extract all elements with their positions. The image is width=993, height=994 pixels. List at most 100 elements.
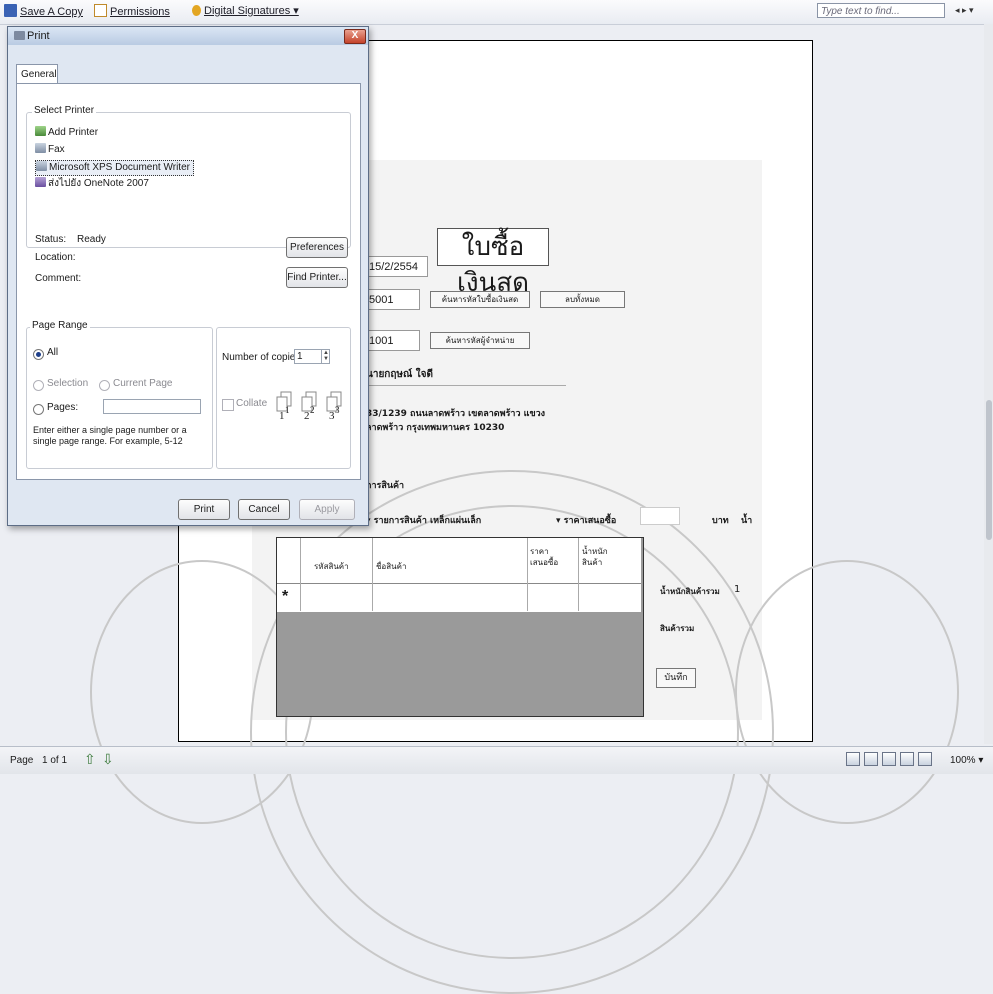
print-dialog: Print X General Select Printer Add Print…	[7, 26, 369, 526]
grid-col-line	[578, 538, 579, 611]
view-single-page-icon[interactable]	[864, 752, 878, 766]
printer-item-label: Add Printer	[48, 127, 99, 138]
cancel-button[interactable]: Cancel	[238, 499, 290, 520]
save-copy-button[interactable]: Save A Copy	[4, 4, 83, 18]
product-list-dropdown[interactable]: ▾ รายการสินค้า เหล็กแผ่นเล็ก	[366, 513, 481, 527]
preferences-button[interactable]: Preferences	[286, 237, 348, 258]
permissions-button[interactable]: Permissions	[94, 4, 170, 18]
pages-hint: Enter either a single page number or a s…	[33, 425, 187, 446]
vertical-scrollbar[interactable]	[984, 24, 993, 744]
find-printer-button[interactable]: Find Printer...	[286, 267, 348, 288]
printer-item-label: Fax	[48, 144, 65, 155]
printer-item-add[interactable]: Add Printer	[35, 126, 98, 140]
dialog-titlebar[interactable]	[8, 27, 368, 45]
clear-all-button[interactable]: ลบทั้งหมด	[540, 291, 625, 308]
printer-item-label: Microsoft XPS Document Writer	[49, 162, 190, 173]
permissions-icon	[94, 4, 107, 17]
select-printer-label: Select Printer	[32, 105, 97, 116]
save-record-button[interactable]: บันทึก	[656, 668, 696, 688]
comment-label: Comment:	[35, 273, 82, 284]
offer-price-dropdown[interactable]: ▾ ราคาเสนอซื้อ	[556, 513, 616, 527]
apply-button[interactable]: Apply	[299, 499, 355, 520]
save-copy-label: Save A Copy	[20, 6, 83, 18]
grid-header-product-code: รหัสสินค้า	[314, 562, 349, 571]
print-button[interactable]: Print	[178, 499, 230, 520]
grid-new-row-marker: *	[282, 588, 289, 605]
scrollbar-thumb[interactable]	[986, 400, 992, 540]
search-supplier-button[interactable]: ค้นหารหัสผู้จำหน่าย	[430, 332, 530, 349]
printer-item-fax[interactable]: Fax	[35, 143, 65, 157]
permissions-label: Permissions	[110, 6, 170, 18]
digital-signatures-label: Digital Signatures ▾	[204, 5, 299, 17]
signature-ribbon-icon	[192, 5, 201, 16]
svg-text:2: 2	[310, 405, 315, 415]
document-title: ใบซื้อเงินสด	[437, 228, 549, 298]
supplier-name: นายกฤษณ์ ใจดี	[366, 369, 434, 380]
printer-item-xps[interactable]: Microsoft XPS Document Writer	[35, 160, 194, 176]
collate-label: Collate	[236, 398, 268, 409]
location-label: Location:	[35, 252, 76, 263]
name-divider	[366, 385, 566, 386]
radio-current-page-label: Current Page	[113, 378, 173, 389]
grid-col-line	[527, 538, 528, 611]
grid-header-weight: น้ำหนัก สินค้า	[582, 547, 608, 567]
date-field[interactable]: 15/2/2554	[366, 256, 428, 277]
next-page-arrow-icon[interactable]: ⇩	[102, 751, 114, 768]
find-text-input[interactable]: Type text to find...	[817, 3, 945, 18]
offer-price-field[interactable]	[640, 507, 680, 525]
status-value: Ready	[77, 234, 106, 245]
total-goods-label: สินค้ารวม	[660, 624, 695, 633]
view-thumbnails-icon[interactable]	[846, 752, 860, 766]
copies-spinner-icon[interactable]: ▲ ▼	[321, 350, 330, 363]
svg-text:1: 1	[285, 405, 290, 415]
view-full-page-icon[interactable]	[918, 752, 932, 766]
status-bar: Page 1 of 1 ⇧ ⇩ 100% ▾	[0, 746, 993, 774]
radio-pages[interactable]	[33, 404, 44, 415]
radio-current-page[interactable]	[99, 380, 110, 391]
page-range-label: Page Range	[30, 320, 90, 331]
grid-new-row[interactable]	[277, 583, 641, 612]
grid-col-line	[300, 538, 301, 611]
page-number-field[interactable]: 1 of 1	[42, 755, 67, 766]
dialog-body: Select Printer Add Printer Fax Microsoft…	[16, 83, 361, 480]
dialog-title-text: Print	[27, 30, 50, 42]
receipt-number-field[interactable]: 5001	[366, 289, 420, 310]
baht-label: บาท	[712, 516, 729, 526]
close-button[interactable]: X	[344, 29, 366, 44]
top-toolbar: Save A Copy Permissions Digital Signatur…	[0, 0, 993, 25]
watermark-seal-right	[735, 560, 959, 824]
radio-all[interactable]	[33, 349, 44, 360]
total-weight-label: น้ำหนักสินค้ารวม	[660, 587, 720, 596]
printer-icon	[14, 31, 25, 40]
zoom-dropdown[interactable]: 100% ▾	[950, 755, 983, 766]
supplier-code-field[interactable]: 1001	[366, 330, 420, 351]
view-fit-width-icon[interactable]	[900, 752, 914, 766]
find-navigation-arrows[interactable]: ◂ ▸ ▾	[955, 5, 974, 16]
fax-icon	[35, 143, 46, 153]
printer-item-onenote[interactable]: ส่งไปยัง OneNote 2007	[35, 177, 149, 191]
search-receipt-button[interactable]: ค้นหารหัสใบซื้อเงินสด	[430, 291, 530, 308]
radio-selection-label: Selection	[47, 378, 89, 389]
view-two-page-icon[interactable]	[882, 752, 896, 766]
grid-col-line	[372, 538, 373, 611]
digital-signatures-button[interactable]: Digital Signatures ▾	[192, 4, 299, 17]
radio-pages-label: Pages:	[47, 402, 79, 413]
section-label: การสินค้า	[366, 481, 405, 491]
onenote-printer-icon	[35, 177, 46, 187]
pages-input[interactable]	[103, 399, 201, 414]
tab-general[interactable]: General	[16, 64, 58, 84]
status-label: Status:	[35, 234, 67, 245]
copies-label: Number of copies:	[222, 352, 304, 363]
total-weight-value: 1	[734, 584, 741, 595]
svg-text:1: 1	[279, 410, 285, 422]
dialog-title: Print	[14, 30, 50, 42]
address-line-1: 33/1239 ถนนลาดพร้าว เขตลาดพร้าว แขวง	[366, 409, 546, 419]
previous-page-arrow-icon[interactable]: ⇧	[84, 751, 96, 768]
weight-short-label: น้ำ	[741, 516, 753, 526]
radio-all-label: All	[47, 347, 59, 358]
svg-text:3: 3	[335, 405, 340, 415]
svg-text:2: 2	[304, 410, 310, 422]
add-printer-icon	[35, 126, 46, 136]
radio-selection[interactable]	[33, 380, 44, 391]
collate-checkbox[interactable]	[222, 399, 234, 411]
